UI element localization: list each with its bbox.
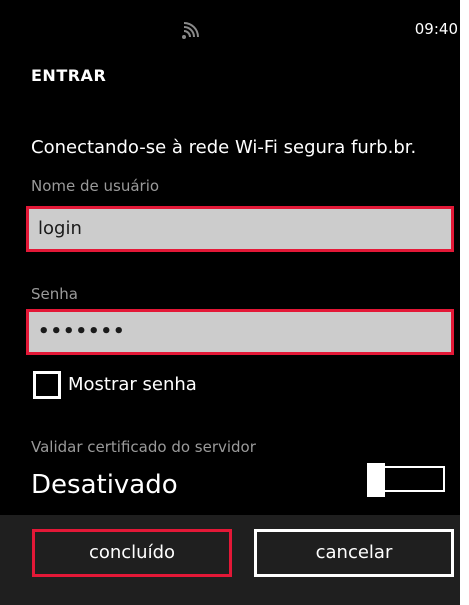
wifi-signal-icon	[180, 20, 200, 40]
page-title: ENTRAR	[31, 66, 107, 85]
phone-screen: 09:40 ENTRAR Conectando-se à rede Wi-Fi …	[0, 0, 460, 605]
validate-certificate-status: Desativado	[31, 470, 178, 500]
show-password-checkbox[interactable]	[33, 371, 61, 399]
app-bar: concluído cancelar	[0, 515, 460, 605]
done-button[interactable]: concluído	[32, 529, 232, 577]
switch-track	[383, 466, 445, 492]
username-input[interactable]: login	[26, 206, 454, 252]
password-input[interactable]: •••••••	[26, 309, 454, 355]
status-bar: 09:40	[0, 0, 460, 44]
network-description: Conectando-se à rede Wi-Fi segura furb.b…	[31, 137, 417, 158]
validate-certificate-switch[interactable]	[365, 463, 451, 497]
show-password-label: Mostrar senha	[68, 374, 197, 395]
cancel-button[interactable]: cancelar	[254, 529, 454, 577]
password-label: Senha	[31, 285, 78, 303]
switch-thumb[interactable]	[367, 463, 385, 497]
username-label: Nome de usuário	[31, 177, 160, 195]
clock: 09:40	[414, 20, 458, 38]
validate-certificate-label: Validar certificado do servidor	[31, 438, 256, 456]
